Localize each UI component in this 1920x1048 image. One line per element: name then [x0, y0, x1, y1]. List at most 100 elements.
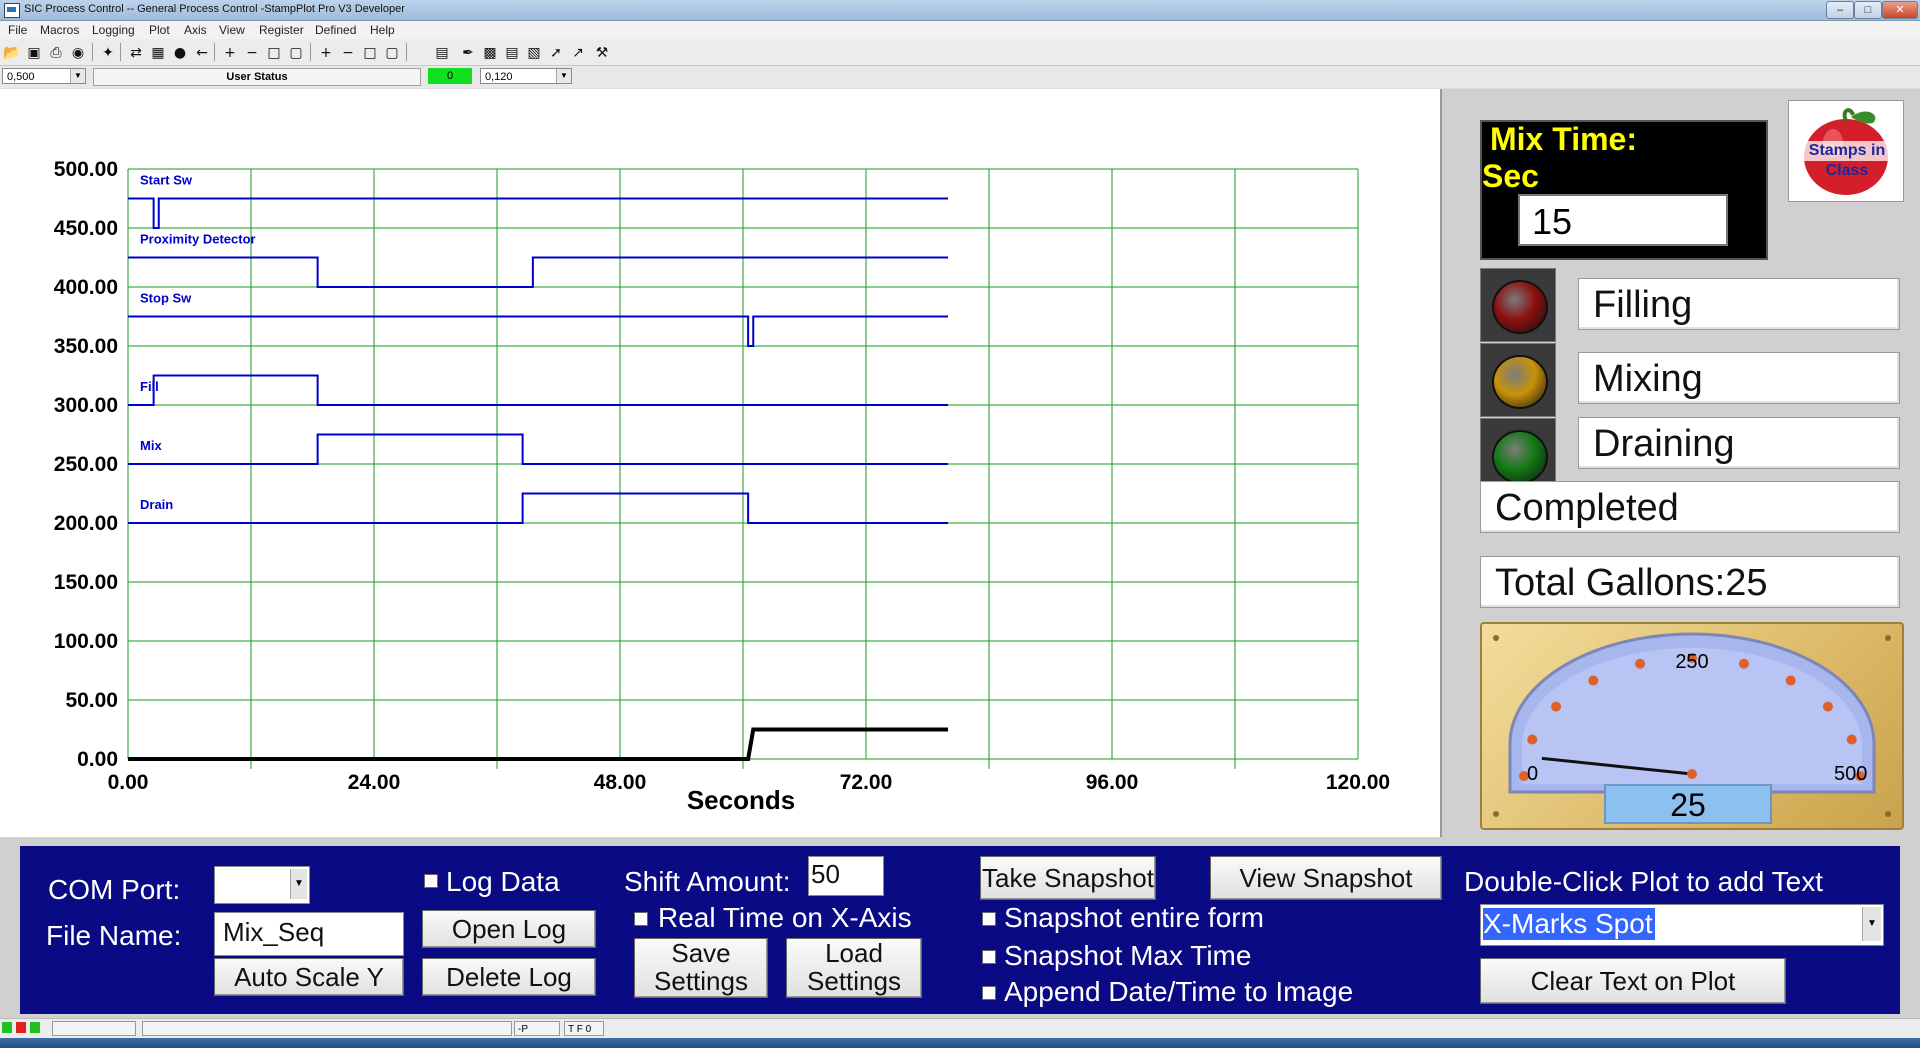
double-click-label: Double-Click Plot to add Text — [1464, 866, 1823, 897]
shift-amount-input[interactable]: 50 — [808, 856, 884, 896]
take-snapshot-button[interactable]: Take Snapshot — [980, 856, 1156, 900]
mixing-label: Mixing — [1578, 352, 1900, 404]
clear-text-button[interactable]: Clear Text on Plot — [1480, 958, 1786, 1004]
chevron-down-icon: ▼ — [290, 869, 307, 899]
stop-icon[interactable]: ● — [170, 43, 190, 63]
snapshot-max-checkbox[interactable] — [982, 950, 996, 964]
maximize-button[interactable]: □ — [1854, 1, 1882, 19]
zoom-in-y-icon[interactable]: + — [316, 43, 336, 63]
menu-axis[interactable]: Axis — [184, 23, 207, 37]
stamps-in-class-logo: Stamps in Class — [1788, 100, 1904, 202]
gauge-tick — [1822, 701, 1833, 712]
x-tick-label: 120.00 — [1326, 771, 1390, 794]
left-range-combo[interactable]: 0,500 ▼ — [2, 68, 86, 84]
snapshot-form-label: Snapshot entire form — [1004, 902, 1264, 933]
red-lamp-icon — [1492, 280, 1548, 334]
save-icon[interactable]: ▣ — [24, 43, 44, 63]
menu-help[interactable]: Help — [370, 23, 395, 37]
status-tf: T F 0 — [564, 1021, 604, 1036]
y-tick-label: 50.00 — [65, 689, 118, 712]
y-tick-label: 400.00 — [54, 276, 118, 299]
view-snapshot-button[interactable]: View Snapshot — [1210, 856, 1442, 900]
pointer-icon[interactable]: ➚ — [546, 43, 566, 63]
open-log-button[interactable]: Open Log — [422, 910, 596, 948]
menu-register[interactable]: Register — [259, 23, 304, 37]
x-tick-label: 72.00 — [840, 771, 893, 794]
title-bar: SIC Process Control -- General Process C… — [0, 0, 1920, 21]
snapshot-form-checkbox[interactable] — [982, 912, 996, 926]
right-range-value: 0,120 — [485, 71, 513, 83]
chevron-down-icon: ▼ — [70, 69, 85, 83]
arrow-left-icon[interactable]: ← — [192, 43, 212, 63]
menu-defined[interactable]: Defined — [315, 23, 356, 37]
gauge-min-label: 0 — [1527, 763, 1538, 785]
grid-icon[interactable]: ▦ — [148, 43, 168, 63]
x-tick-label: 24.00 — [348, 771, 401, 794]
log-data-label: Log Data — [446, 866, 560, 897]
zoom-in-x-icon[interactable]: + — [220, 43, 240, 63]
append-date-label: Append Date/Time to Image — [1004, 976, 1354, 1007]
plot-text-select[interactable]: X-Marks Spot ▼ — [1480, 904, 1884, 946]
menu-plot[interactable]: Plot — [149, 23, 170, 37]
fit-x-icon[interactable]: □ — [264, 43, 284, 63]
com-port-select[interactable]: ▼ — [214, 866, 310, 904]
log-data-checkbox[interactable] — [424, 874, 438, 888]
note-icon[interactable]: ▤ — [502, 43, 522, 63]
zoom-out-x-icon[interactable]: − — [242, 43, 262, 63]
open-icon[interactable]: 📂 — [2, 43, 22, 63]
tx-indicator-icon — [30, 1022, 40, 1033]
pen-icon[interactable]: ✒ — [458, 43, 478, 63]
left-range-value: 0,500 — [7, 71, 35, 83]
real-time-checkbox[interactable] — [634, 912, 648, 926]
close-button[interactable]: ✕ — [1882, 1, 1918, 19]
menu-file[interactable]: File — [8, 23, 27, 37]
fit-y-icon[interactable]: □ — [360, 43, 380, 63]
plot-area[interactable]: 0.00 50.00 100.00 150.00 200.00 250.00 300.00 3… — [0, 89, 1442, 837]
series-label: Mix — [140, 438, 162, 453]
series-label: Stop Sw — [140, 291, 192, 306]
app-icon — [4, 3, 20, 18]
auto-scale-y-button[interactable]: Auto Scale Y — [214, 958, 404, 996]
menu-logging[interactable]: Logging — [92, 23, 135, 37]
snapshot-max-label: Snapshot Max Time — [1004, 940, 1252, 971]
status-p: -P — [514, 1021, 560, 1036]
right-range-combo[interactable]: 0,120 ▼ — [480, 68, 572, 84]
chevron-down-icon: ▼ — [1862, 907, 1881, 941]
camera-icon[interactable]: ◉ — [68, 43, 88, 63]
file-name-input[interactable]: Mix_Seq — [214, 912, 404, 956]
line-chart[interactable]: 0.00 50.00 100.00 150.00 200.00 250.00 300.00 3… — [0, 89, 1440, 837]
wand-icon[interactable]: ✦ — [98, 43, 118, 63]
save-settings-button[interactable]: Save Settings — [634, 938, 768, 998]
chart-icon[interactable]: ↗ — [568, 43, 588, 63]
scale-y-icon[interactable]: ▢ — [382, 43, 402, 63]
series-label: Fill — [140, 379, 159, 394]
load-settings-line2: Settings — [807, 966, 901, 996]
y-tick-label: 350.00 — [54, 335, 118, 358]
mix-time-title: Mix Time: — [1490, 121, 1637, 157]
total-gallons-label: Total Gallons:25 — [1480, 556, 1900, 608]
window-title: SIC Process Control -- General Process C… — [24, 3, 405, 15]
menu-view[interactable]: View — [219, 23, 245, 37]
image-icon[interactable]: ▤ — [432, 43, 452, 63]
menu-macros[interactable]: Macros — [40, 23, 79, 37]
logo-text: Stamps in Class — [1808, 142, 1886, 179]
connect-indicator-icon — [2, 1022, 12, 1033]
gauge-tick — [1846, 734, 1857, 745]
user-status: User Status — [93, 68, 421, 86]
print-icon[interactable]: ⎙ — [46, 43, 66, 63]
append-date-checkbox[interactable] — [982, 986, 996, 1000]
load-settings-button[interactable]: Load Settings — [786, 938, 922, 998]
mixing-lamp — [1480, 343, 1556, 417]
select-icon[interactable]: ▩ — [480, 43, 500, 63]
filling-lamp — [1480, 268, 1556, 342]
connect-icon[interactable]: ⇄ — [126, 43, 146, 63]
clipboard-icon[interactable]: ▧ — [524, 43, 544, 63]
minimize-button[interactable]: – — [1826, 1, 1854, 19]
completed-label: Completed — [1480, 481, 1900, 533]
wrench-icon[interactable]: ⚒ — [592, 43, 612, 63]
delete-log-button[interactable]: Delete Log — [422, 958, 596, 996]
mix-time-input[interactable]: 15 — [1518, 194, 1728, 246]
status-message — [142, 1021, 512, 1036]
zoom-out-y-icon[interactable]: − — [338, 43, 358, 63]
scale-x-icon[interactable]: ▢ — [286, 43, 306, 63]
